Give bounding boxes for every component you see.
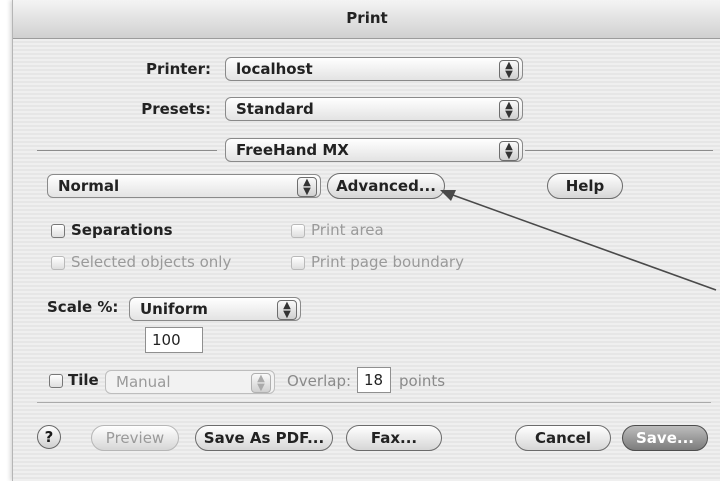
mode-value: Normal (58, 177, 120, 195)
scale-mode: Uniform (140, 300, 208, 318)
selected-only-label: Selected objects only (71, 253, 232, 271)
title-bar: Print (13, 0, 720, 39)
presets-popup[interactable]: Standard ▲ ▼ (225, 97, 523, 121)
print-area-label: Print area (311, 221, 384, 239)
printer-value: localhost (236, 60, 313, 78)
presets-value: Standard (236, 100, 314, 118)
stepper-arrows-icon: ▲ ▼ (297, 177, 317, 197)
save-button[interactable]: Save... (622, 425, 708, 451)
tile-mode: Manual (116, 373, 171, 391)
separations-label: Separations (71, 221, 173, 239)
question-help-icon[interactable]: ? (37, 425, 61, 449)
stepper-arrows-icon: ▲ ▼ (251, 373, 271, 393)
scale-popup[interactable]: Uniform ▲ ▼ (129, 297, 301, 321)
tile-mode-popup[interactable]: Manual ▲ ▼ (105, 370, 275, 394)
panel-popup[interactable]: FreeHand MX ▲ ▼ (225, 138, 523, 162)
scale-label: Scale %: (47, 298, 119, 316)
separator-left (37, 150, 217, 151)
tile-label: Tile (68, 371, 99, 389)
scale-value-field[interactable]: 100 (145, 327, 203, 353)
print-boundary-checkbox[interactable] (291, 256, 305, 270)
stepper-arrows-icon: ▲ ▼ (499, 100, 519, 120)
print-boundary-label: Print page boundary (311, 253, 464, 271)
stepper-arrows-icon: ▲ ▼ (277, 300, 297, 320)
selected-only-checkbox[interactable] (51, 256, 65, 270)
overlap-unit: points (399, 372, 446, 390)
panel-value: FreeHand MX (236, 141, 349, 159)
help-button[interactable]: Help (547, 173, 623, 199)
save-as-pdf-button[interactable]: Save As PDF... (195, 425, 333, 451)
overlap-field[interactable]: 18 (357, 367, 391, 393)
dialog-title: Print (346, 9, 388, 27)
tile-checkbox[interactable] (49, 374, 63, 388)
print-dialog: Print Printer: localhost ▲ ▼ Presets: Sta… (12, 0, 720, 481)
printer-label: Printer: (146, 60, 211, 78)
print-area-checkbox[interactable] (291, 224, 305, 238)
advanced-button[interactable]: Advanced... (327, 173, 445, 199)
bottom-separator (37, 402, 711, 403)
stepper-arrows-icon: ▲ ▼ (499, 60, 519, 80)
printer-popup[interactable]: localhost ▲ ▼ (225, 57, 523, 81)
mode-popup[interactable]: Normal ▲ ▼ (47, 174, 321, 198)
presets-label: Presets: (141, 100, 211, 118)
preview-button[interactable]: Preview (91, 425, 179, 451)
separator-right (525, 150, 713, 151)
overlap-label: Overlap: (287, 372, 352, 390)
stepper-arrows-icon: ▲ ▼ (499, 141, 519, 161)
fax-button[interactable]: Fax... (346, 425, 442, 451)
separations-checkbox[interactable] (51, 224, 65, 238)
cancel-button[interactable]: Cancel (515, 425, 611, 451)
